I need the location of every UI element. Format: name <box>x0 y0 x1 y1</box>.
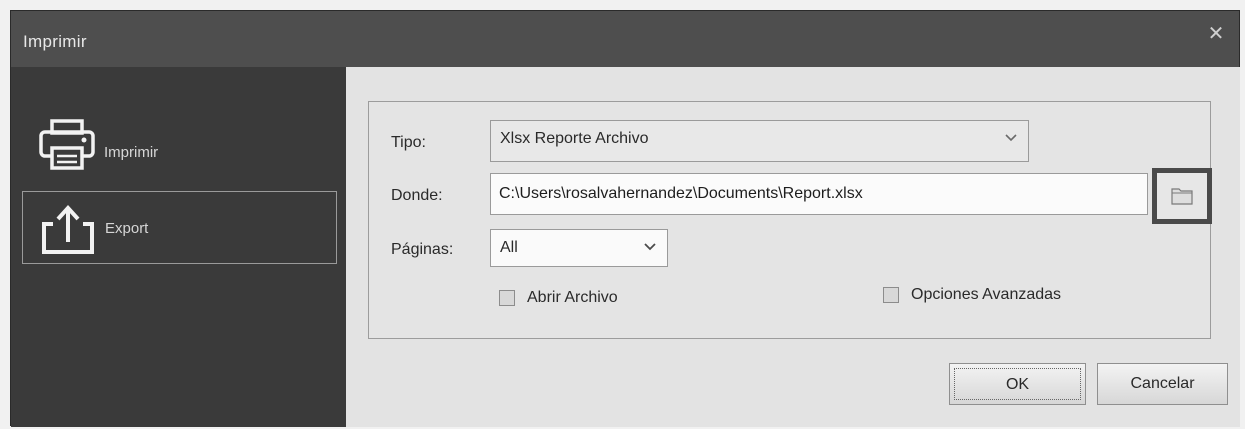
chevron-down-icon <box>1005 134 1017 142</box>
tipo-select-value: Xlsx Reporte Archivo <box>500 130 649 147</box>
donde-path-input[interactable] <box>490 173 1148 215</box>
paginas-select[interactable]: All <box>490 229 668 267</box>
opciones-avanzadas-label: Opciones Avanzadas <box>911 286 1062 303</box>
checkbox-box[interactable] <box>499 290 515 306</box>
close-icon[interactable]: ✕ <box>1207 24 1225 44</box>
export-options-group: Tipo: Xlsx Reporte Archivo Donde: Página… <box>368 101 1212 339</box>
ok-button-label: OK <box>954 368 1081 400</box>
paginas-label: Páginas: <box>391 241 454 258</box>
sidebar-item-label: Imprimir <box>104 144 159 161</box>
sidebar-item-imprimir[interactable]: Imprimir <box>22 111 337 184</box>
sidebar: Imprimir Export <box>11 67 346 427</box>
paginas-select-value: All <box>500 239 518 256</box>
printer-icon <box>39 119 95 170</box>
dialog-title: Imprimir <box>23 32 87 51</box>
chevron-down-icon <box>644 243 656 251</box>
sidebar-item-export[interactable]: Export <box>22 191 337 264</box>
browse-folder-button[interactable] <box>1152 168 1212 224</box>
abrir-archivo-checkbox[interactable]: Abrir Archivo <box>499 288 659 310</box>
title-bar: Imprimir ✕ <box>11 11 1239 67</box>
folder-icon <box>1171 188 1193 205</box>
tipo-select[interactable]: Xlsx Reporte Archivo <box>490 120 1029 162</box>
tipo-label: Tipo: <box>391 134 426 151</box>
abrir-archivo-label: Abrir Archivo <box>527 289 618 306</box>
cancel-button[interactable]: Cancelar <box>1097 363 1228 405</box>
ok-button[interactable]: OK <box>949 363 1086 405</box>
export-icon <box>42 205 94 254</box>
export-panel: Tipo: Xlsx Reporte Archivo Donde: Página… <box>346 67 1240 427</box>
opciones-avanzadas-checkbox[interactable]: Opciones Avanzadas <box>883 285 1113 307</box>
print-dialog: Imprimir ✕ Imprimir Export Tipo: Xlsx Re… <box>10 10 1240 427</box>
sidebar-item-label: Export <box>105 220 149 237</box>
checkbox-box[interactable] <box>883 287 899 303</box>
donde-label: Donde: <box>391 187 443 204</box>
